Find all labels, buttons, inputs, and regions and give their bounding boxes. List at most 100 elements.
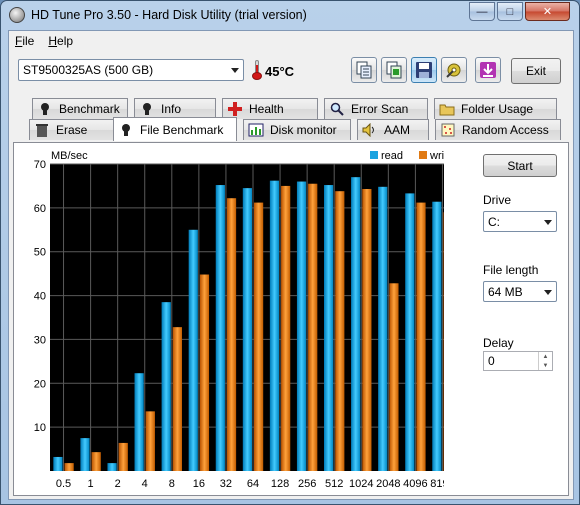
app-icon[interactable] xyxy=(9,7,25,23)
maximize-button[interactable]: □ xyxy=(497,2,523,21)
y-tick-label: 40 xyxy=(34,291,46,303)
bar-write-1 xyxy=(91,452,101,471)
y-tick-label: 20 xyxy=(34,378,46,390)
bar-write-0.5 xyxy=(64,463,74,471)
tab-disk-monitor[interactable]: Disk monitor xyxy=(243,119,351,140)
legend-write-label: write xyxy=(429,150,444,162)
spin-up-icon[interactable]: ▲ xyxy=(539,352,552,361)
benchmark-chart: MB/sec read write 10 20 30 40 50 60 70 0.5 1 2 4 8… xyxy=(14,143,456,495)
tab-error-scan[interactable]: Error Scan xyxy=(324,98,428,119)
start-button[interactable]: Start xyxy=(483,154,557,177)
bar-write-16 xyxy=(199,274,210,471)
x-tick-label: 128 xyxy=(271,478,289,490)
x-tick-label: 0.5 xyxy=(56,478,71,490)
tab-label: Benchmark xyxy=(59,102,120,116)
toolbar: ST9500325AS (500 GB) 45°C Exit xyxy=(9,53,573,91)
y-tick-label: 30 xyxy=(34,334,46,346)
tab-aam[interactable]: AAM xyxy=(357,119,429,140)
tab-benchmark[interactable]: Benchmark xyxy=(32,98,128,119)
tab-label: Error Scan xyxy=(351,102,409,116)
menu-help[interactable]: Help xyxy=(48,34,73,48)
copy-screenshot-button[interactable] xyxy=(381,57,407,83)
legend-write-swatch xyxy=(419,151,427,159)
file-benchmark-panel: MB/sec read write 10 20 30 40 50 60 70 0.5 1 2 4 8… xyxy=(13,142,569,496)
options-button[interactable] xyxy=(441,57,467,83)
save-icon xyxy=(416,62,432,78)
bar-read-512 xyxy=(323,185,334,471)
title-bar[interactable]: HD Tune Pro 3.50 - Hard Disk Utility (tr… xyxy=(1,1,579,30)
save-button[interactable] xyxy=(411,57,437,83)
bar-write-4096 xyxy=(416,202,426,471)
download-button[interactable] xyxy=(475,57,501,83)
random-access-icon xyxy=(440,122,456,138)
file-length-combo[interactable]: 64 MB xyxy=(483,281,557,302)
tab-label: Erase xyxy=(56,123,88,137)
thermometer-icon xyxy=(252,60,262,80)
tab-random-access[interactable]: Random Access xyxy=(435,119,561,140)
bar-write-4 xyxy=(145,411,155,471)
bar-read-16 xyxy=(188,229,198,471)
exit-button[interactable]: Exit xyxy=(511,58,561,84)
bar-write-32 xyxy=(226,198,237,472)
x-tick-label: 8 xyxy=(169,478,175,490)
drive-dropdown[interactable]: ST9500325AS (500 GB) xyxy=(18,59,244,81)
tab-info[interactable]: Info xyxy=(134,98,216,119)
x-tick-label: 4096 xyxy=(403,478,427,490)
bar-write-256 xyxy=(308,183,318,471)
bar-write-2 xyxy=(118,442,128,471)
spin-buttons[interactable]: ▲ ▼ xyxy=(538,352,552,370)
bar-read-4096 xyxy=(405,193,415,471)
file-length-label: File length xyxy=(483,263,539,277)
drive-combo-value: C: xyxy=(488,214,500,229)
y-tick-label: 10 xyxy=(34,422,46,434)
file-length-value: 64 MB xyxy=(488,284,523,299)
y-axis-label: MB/sec xyxy=(51,150,88,162)
x-tick-label: 1024 xyxy=(349,478,373,490)
x-tick-label: 64 xyxy=(247,478,259,490)
tab-label: File Benchmark xyxy=(140,122,224,137)
tab-erase[interactable]: Erase xyxy=(29,119,115,140)
minimize-button[interactable]: — xyxy=(469,2,495,21)
copy-info-icon xyxy=(356,61,372,79)
chevron-down-icon xyxy=(544,290,552,295)
copy-info-button[interactable] xyxy=(351,57,377,83)
bar-read-128 xyxy=(269,180,280,471)
app-window: HD Tune Pro 3.50 - Hard Disk Utility (tr… xyxy=(0,0,580,505)
bar-write-8192 xyxy=(443,212,453,471)
delay-spinner[interactable]: 0 ▲ ▼ xyxy=(483,351,553,371)
y-tick-label: 70 xyxy=(34,159,46,171)
aam-icon xyxy=(362,122,378,138)
x-tick-label: 512 xyxy=(325,478,343,490)
spin-down-icon[interactable]: ▼ xyxy=(539,361,552,370)
health-icon xyxy=(227,101,243,117)
tab-strip: Benchmark Info Health Error Scan Folder … xyxy=(9,98,573,142)
delay-value: 0 xyxy=(488,354,495,368)
tab-file-benchmark[interactable]: File Benchmark xyxy=(113,117,237,141)
tab-label: Random Access xyxy=(462,123,549,137)
close-button[interactable]: ✕ xyxy=(525,2,570,21)
drive-combo[interactable]: C: xyxy=(483,211,557,232)
client-area: File Help ST9500325AS (500 GB) 45°C Exit… xyxy=(8,30,574,500)
benchmark-chart-svg: MB/sec read write 10 20 30 40 50 60 70 0.5 1 2 4 8… xyxy=(34,150,456,490)
bar-read-64 xyxy=(242,188,252,471)
bar-read-8192 xyxy=(432,201,442,471)
drive-label: Drive xyxy=(483,193,512,207)
bar-read-32 xyxy=(215,185,225,471)
info-icon xyxy=(139,101,155,117)
x-tick-label: 2 xyxy=(115,478,121,490)
x-tick-label: 1 xyxy=(88,478,94,490)
menu-file[interactable]: File xyxy=(15,34,34,48)
tab-folder-usage[interactable]: Folder Usage xyxy=(434,98,557,119)
error-scan-icon xyxy=(329,101,345,117)
erase-icon xyxy=(34,122,50,138)
bar-read-1 xyxy=(80,438,90,471)
disk-monitor-icon xyxy=(248,122,264,138)
x-ticks: 0.5 1 2 4 8 16 32 64 128 256 512 1024204840968192 xyxy=(56,478,455,490)
download-icon xyxy=(480,62,496,78)
bar-write-64 xyxy=(254,202,264,471)
bar-write-128 xyxy=(281,185,291,471)
bar-write-8 xyxy=(172,327,183,471)
tab-label: Health xyxy=(249,102,284,116)
delay-label: Delay xyxy=(483,336,514,350)
tab-health[interactable]: Health xyxy=(222,98,318,119)
